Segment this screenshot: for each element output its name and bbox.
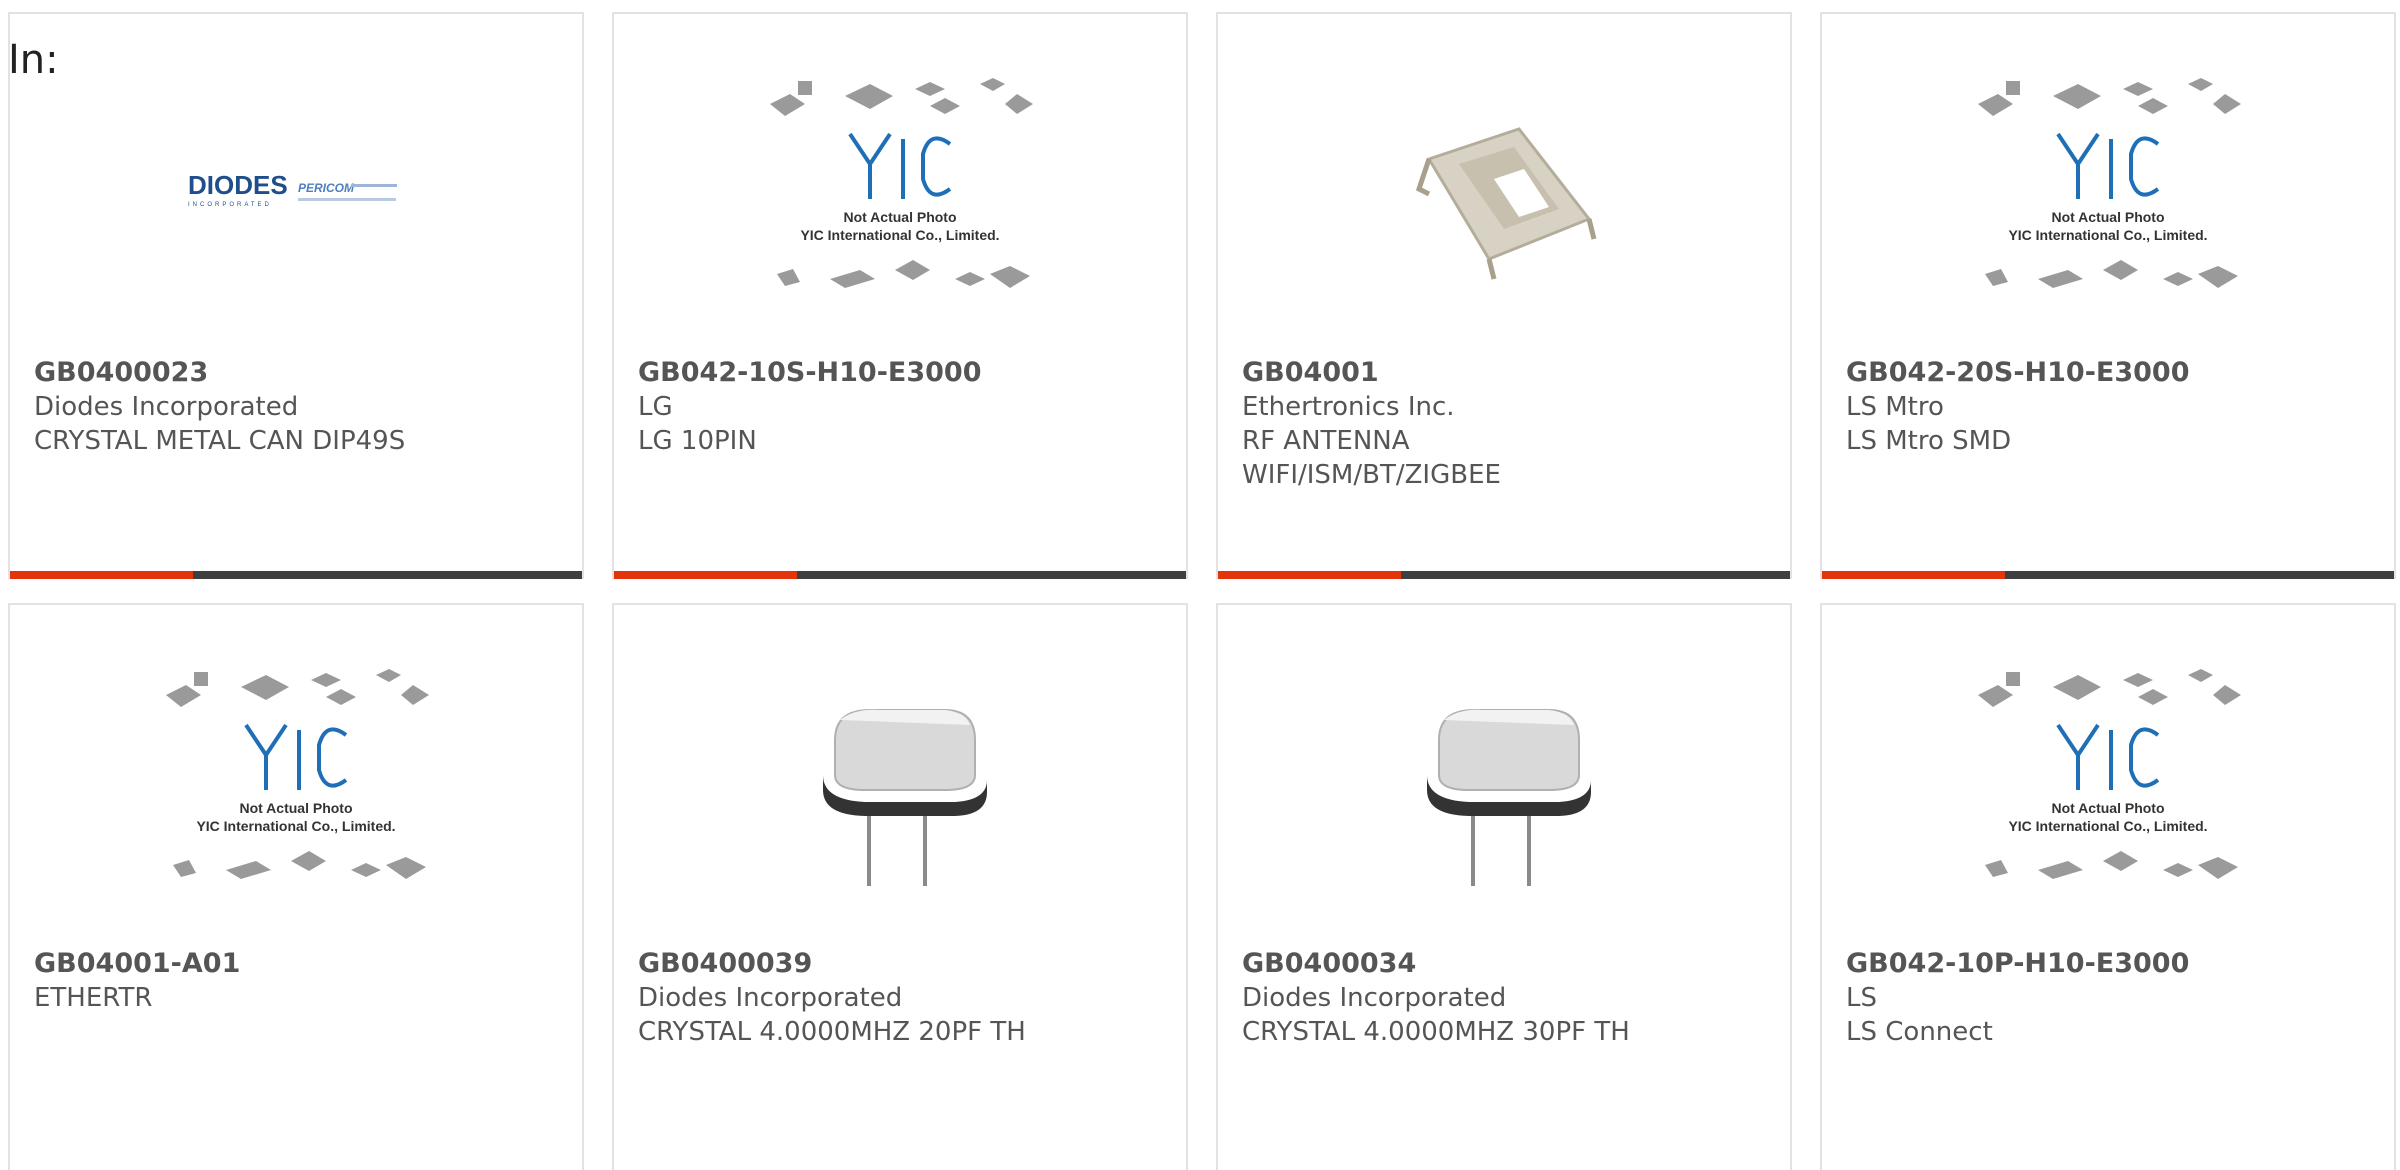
diodes-logo-main: DIODES [188,170,288,200]
description-line: CRYSTAL METAL CAN DIP49S [34,426,406,456]
part-number[interactable]: GB04001 [1242,356,1774,390]
card-bottom-bar [614,571,1186,579]
placeholder-caption-2: YIC International Co., Limited. [800,227,999,243]
manufacturer: LS [1846,983,1877,1013]
manufacturer: LS Mtro [1846,392,1944,422]
card-accent [1218,571,1401,579]
diodes-logo-sub: INCORPORATED [188,202,272,208]
description-line: CRYSTAL 4.0000MHZ 20PF TH [638,1017,1026,1047]
description-line: WIFI/ISM/BT/ZIGBEE [1242,460,1501,490]
yic-placeholder-icon: Not Actual Photo YIC International Co., … [166,669,429,879]
product-card[interactable]: GB04001 Ethertronics Inc. RF ANTENNA WIF… [1216,12,1792,579]
product-card[interactable]: GB0400034 Diodes Incorporated CRYSTAL 4.… [1216,603,1792,1170]
product-image[interactable] [1218,665,1790,905]
placeholder-caption-1: Not Actual Photo [2051,209,2164,225]
description-line: LS Mtro SMD [1846,426,2012,456]
part-number[interactable]: GB0400039 [638,947,1170,981]
product-image[interactable]: Not Actual Photo YIC International Co., … [1822,665,2394,905]
product-card[interactable]: GB0400039 Diodes Incorporated CRYSTAL 4.… [612,603,1188,1170]
product-card[interactable]: DIODES INCORPORATED PERICOM GB0400023 Di… [8,12,584,579]
part-number[interactable]: GB04001-A01 [34,947,566,981]
pericom-logo: PERICOM [298,181,355,195]
product-image[interactable]: Not Actual Photo YIC International Co., … [1822,74,2394,314]
manufacturer: Diodes Incorporated [1242,983,1507,1013]
product-card[interactable]: Not Actual Photo YIC International Co., … [612,12,1188,579]
placeholder-caption-2: YIC International Co., Limited. [2008,227,2207,243]
description-line: CRYSTAL 4.0000MHZ 30PF TH [1242,1017,1630,1047]
manufacturer: Ethertronics Inc. [1242,392,1455,422]
manufacturer: ETHERTR [34,983,153,1013]
part-number[interactable]: GB0400023 [34,356,566,390]
manufacturer: Diodes Incorporated [34,392,299,422]
part-number[interactable]: GB042-20S-H10-E3000 [1846,356,2378,390]
manufacturer: LG [638,392,673,422]
description-line: LG 10PIN [638,426,757,456]
placeholder-caption-1: Not Actual Photo [2051,800,2164,816]
manufacturer: Diodes Incorporated [638,983,903,1013]
product-card[interactable]: Not Actual Photo YIC International Co., … [1820,12,2396,579]
part-number[interactable]: GB042-10S-H10-E3000 [638,356,1170,390]
product-image[interactable]: Not Actual Photo YIC International Co., … [614,74,1186,314]
placeholder-caption-2: YIC International Co., Limited. [196,818,395,834]
yic-placeholder-icon: Not Actual Photo YIC International Co., … [770,78,1033,288]
part-number[interactable]: GB0400034 [1242,947,1774,981]
part-number[interactable]: GB042-10P-H10-E3000 [1846,947,2378,981]
placeholder-caption-1: Not Actual Photo [239,800,352,816]
product-image[interactable]: Not Actual Photo YIC International Co., … [10,665,582,905]
placeholder-caption-1: Not Actual Photo [843,209,956,225]
card-bottom-bar [1822,571,2394,579]
description-line: RF ANTENNA [1242,426,1410,456]
card-accent [10,571,193,579]
in-label: In: [8,37,59,83]
product-card[interactable]: Not Actual Photo YIC International Co., … [8,603,584,1170]
product-image[interactable] [1218,74,1790,314]
yic-placeholder-icon: Not Actual Photo YIC International Co., … [1978,669,2241,879]
card-accent [1822,571,2005,579]
crystal-photo [823,709,987,886]
product-card[interactable]: Not Actual Photo YIC International Co., … [1820,603,2396,1170]
placeholder-caption-2: YIC International Co., Limited. [2008,818,2207,834]
card-bottom-bar [10,571,582,579]
card-bottom-bar [1218,571,1790,579]
description-line: LS Connect [1846,1017,1993,1047]
product-image[interactable]: DIODES INCORPORATED PERICOM [10,74,582,314]
diodes-pericom-logo: DIODES INCORPORATED PERICOM [188,170,397,208]
rf-antenna-photo [1415,127,1597,280]
yic-placeholder-icon: Not Actual Photo YIC International Co., … [1978,78,2241,288]
card-accent [614,571,797,579]
product-image[interactable] [614,665,1186,905]
crystal-photo [1427,709,1591,886]
